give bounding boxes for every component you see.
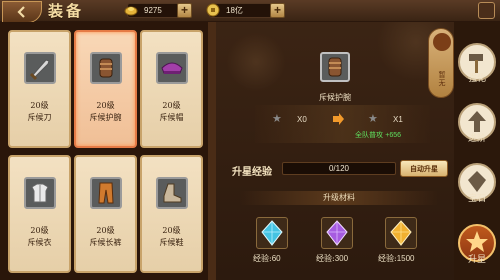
material-slot-blue[interactable] — [256, 217, 288, 249]
equipment-card-robe[interactable]: 20级 斥候衣 — [8, 155, 71, 273]
material-xp-label: 经验: — [378, 254, 397, 263]
equipment-card-sword[interactable]: 20级 斥候刀 — [8, 30, 71, 148]
equipment-name: 斥候护腕 — [89, 113, 122, 122]
next-star-count: X1 — [393, 115, 403, 124]
bracer-icon — [328, 57, 342, 77]
tab-star-up-label: 升星 — [467, 255, 486, 265]
arrow-right-icon — [333, 113, 344, 125]
equipment-card-boots[interactable]: 20级 斥候鞋 — [140, 155, 203, 273]
equipment-slot — [90, 52, 122, 84]
material-xp-purple: 经验:300 — [316, 253, 376, 264]
material-slot-gold[interactable] — [385, 217, 417, 249]
robe-icon — [31, 183, 49, 203]
equipment-name: 斥候鞋 — [159, 238, 184, 247]
selected-item-name: 斥候护腕 — [319, 93, 351, 102]
equipment-slot — [156, 177, 188, 209]
material-slot-purple[interactable] — [321, 217, 353, 249]
silver-coin-icon — [206, 3, 220, 17]
back-button[interactable] — [2, 1, 42, 23]
bonus-value: +656 — [385, 132, 402, 139]
star-icon: ★ — [272, 112, 282, 125]
auto-star-up-button[interactable]: 自动升星 — [400, 160, 448, 177]
equipment-card-pants[interactable]: 20级 斥候长裤 — [74, 155, 137, 273]
gold-display: 9275 + — [124, 3, 192, 18]
equipment-level: 20级 — [30, 226, 49, 235]
equipment-level: 20级 — [96, 226, 115, 235]
equipment-name: 斥候帽 — [159, 113, 184, 122]
pants-icon — [98, 182, 114, 204]
equipment-level: 20级 — [30, 101, 49, 110]
material-xp-value: 60 — [271, 254, 281, 263]
star-icon: ★ — [368, 112, 378, 125]
current-star-count: X0 — [297, 115, 307, 124]
menu-button[interactable] — [478, 2, 495, 19]
material-xp-label: 经验: — [253, 254, 272, 263]
materials-title: 升级材料 — [323, 193, 355, 202]
silver-value: 18亿 — [226, 6, 243, 15]
page-title: 装备 — [48, 2, 85, 20]
equipment-slot — [90, 177, 122, 209]
equipment-card-hat[interactable]: 20级 斥候帽 — [140, 30, 203, 148]
blue-crystal-icon — [261, 220, 283, 246]
equipment-slot — [24, 177, 56, 209]
tab-gem-label: 宝石 — [467, 194, 486, 204]
material-xp-label: 经验: — [316, 254, 335, 263]
material-xp-value: 300 — [334, 254, 349, 263]
material-xp-blue: 经验:60 — [253, 253, 313, 264]
equipment-level: 20级 — [162, 101, 181, 110]
bracer-icon — [99, 58, 113, 78]
equipment-level: 20级 — [96, 101, 115, 110]
selected-item-slot — [320, 52, 350, 82]
tab-advance-label: 进阶 — [467, 134, 486, 144]
unavailable-badge[interactable]: 暂无 — [428, 28, 454, 98]
tab-enhance-label: 强化 — [467, 74, 486, 84]
boots-icon — [163, 183, 182, 203]
sword-icon — [29, 59, 50, 81]
gold-ingot-icon — [124, 6, 138, 16]
badge-emblem-icon — [433, 33, 451, 51]
add-silver-button[interactable]: + — [270, 3, 285, 18]
silver-display: 18亿 + — [206, 3, 285, 18]
equipment-name: 斥候刀 — [27, 113, 52, 122]
material-xp-value: 1500 — [396, 254, 415, 263]
material-xp-gold: 经验:1500 — [378, 253, 438, 264]
gold-value: 9275 — [144, 6, 162, 15]
top-bar: 装备 9275 + 18亿 + — [0, 0, 500, 23]
equipment-level: 20级 — [162, 226, 181, 235]
equipment-card-bracer[interactable]: 20级 斥候护腕 — [74, 30, 137, 148]
xp-text: 0/120 — [328, 164, 350, 173]
equipment-slot — [156, 52, 188, 84]
bonus-label: 全队普攻 — [355, 131, 383, 139]
badge-label: 暂无 — [438, 71, 446, 87]
star-bonus: 全队普攻 +656 — [355, 130, 401, 140]
list-scrollbar[interactable] — [208, 22, 216, 280]
equipment-name: 斥候长裤 — [89, 238, 122, 247]
xp-label: 升星经验 — [232, 167, 272, 178]
purple-crystal-icon — [326, 220, 348, 246]
equipment-name: 斥候衣 — [27, 238, 52, 247]
equipment-slot — [24, 52, 56, 84]
hat-icon — [161, 62, 183, 74]
back-arrow-icon — [17, 6, 25, 18]
add-gold-button[interactable]: + — [177, 3, 192, 18]
gold-crystal-icon — [390, 220, 412, 246]
